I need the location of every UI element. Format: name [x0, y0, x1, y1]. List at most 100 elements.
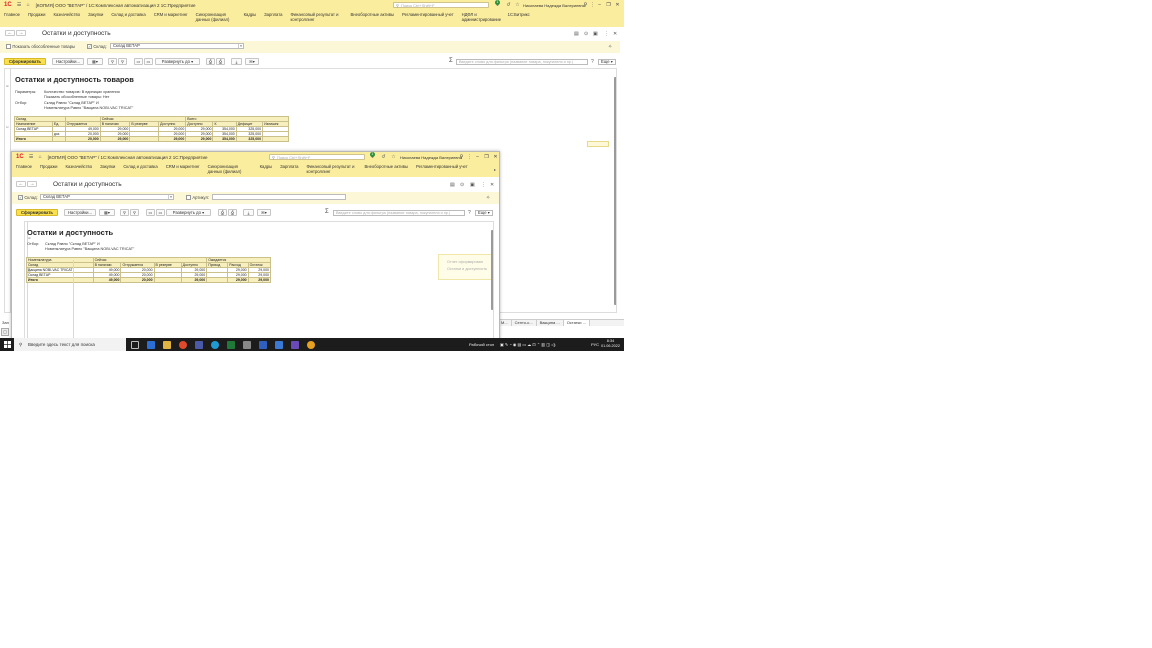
expand-to-button[interactable]: Развернуть до ▾	[166, 209, 211, 216]
help-icon[interactable]: ?	[468, 210, 471, 216]
menu-item-sync[interactable]: Синхронизация данных (филиал)	[204, 164, 256, 174]
open-window-tab[interactable]: М...	[498, 320, 512, 326]
selected-cell[interactable]	[587, 141, 609, 147]
variant-button[interactable]: ▦▾	[99, 209, 115, 216]
global-search-input[interactable]: ⚲ Поиск Ctrl+Shift+F	[393, 2, 489, 8]
group-marker-icon-2[interactable]: ⊟	[6, 125, 9, 129]
menu-item-hr[interactable]: Кадры	[256, 164, 277, 170]
menu-icon[interactable]: ☰	[28, 154, 35, 161]
language-indicator[interactable]: РУС	[591, 338, 599, 351]
form-more-icon[interactable]: ⋮	[604, 31, 609, 37]
menu-item-purchases[interactable]: Закупки	[96, 164, 119, 170]
restore-icon[interactable]: ❐	[483, 154, 490, 160]
form-close-icon[interactable]: ✕	[490, 182, 494, 188]
form-close-icon[interactable]: ✕	[613, 31, 617, 37]
app-icon-yandex[interactable]	[179, 341, 187, 349]
more-button[interactable]: Еще ▾	[475, 210, 493, 216]
menu-item-salary[interactable]: Зарплата	[260, 12, 286, 18]
pin-icon[interactable]: ✧	[608, 44, 612, 50]
sigma-icon[interactable]: Σ	[325, 209, 329, 215]
print-icon[interactable]: ▤	[450, 182, 455, 188]
restore-icon[interactable]: ❐	[605, 2, 612, 8]
settings-button[interactable]: Настройки...	[52, 58, 84, 65]
windows-start-icon[interactable]	[4, 341, 11, 348]
menu-item-hr[interactable]: Кадры	[240, 12, 261, 18]
expand-button[interactable]: ▭	[156, 209, 165, 216]
more-icon[interactable]: ⋮	[589, 2, 596, 8]
menu-item-assets[interactable]: Внеоборотные активы	[347, 12, 399, 18]
preview-button[interactable]: ⎙	[216, 58, 225, 65]
settings-button[interactable]: Настройки...	[64, 209, 96, 216]
forward-button[interactable]: →	[16, 30, 26, 36]
menu-item-sales[interactable]: Продажи	[24, 12, 50, 18]
expand-to-button[interactable]: Развернуть до ▾	[155, 58, 200, 65]
favorites-icon[interactable]: ☆	[390, 153, 397, 160]
generate-button[interactable]: Сформировать	[16, 209, 58, 216]
more-icon[interactable]: ⋮	[466, 154, 473, 160]
save-icon[interactable]: ▣	[470, 182, 475, 188]
article-checkbox[interactable]: Артикул:	[186, 195, 209, 201]
history-icon[interactable]: ↺	[380, 153, 387, 160]
menu-item-warehouse[interactable]: Склад и доставка	[107, 12, 149, 18]
find-next-button[interactable]: ⚲	[130, 209, 139, 216]
checkbox-unchecked[interactable]	[186, 195, 191, 201]
app-icon-explorer[interactable]	[163, 341, 171, 349]
article-field[interactable]	[212, 194, 346, 200]
task-view-icon[interactable]	[131, 341, 139, 349]
menu-item-warehouse[interactable]: Склад и доставка	[119, 164, 161, 170]
collapse-button[interactable]: ▭	[134, 58, 143, 65]
history-icon[interactable]: ↺	[505, 1, 512, 8]
global-search-input[interactable]: ⚲ Поиск Ctrl+Shift+F	[269, 154, 365, 160]
desktop-label[interactable]: Рабочий стол	[469, 338, 494, 351]
app-icon-word[interactable]	[259, 341, 267, 349]
send-button[interactable]: ✉▾	[257, 209, 271, 216]
find-button[interactable]: ⚲	[120, 209, 129, 216]
link-icon[interactable]: ⊙	[584, 31, 588, 37]
open-window-tab-active[interactable]: Остатки ...	[563, 320, 590, 326]
menu-item-main[interactable]: Главное	[12, 164, 36, 170]
checkmark-icon[interactable]: ✓	[18, 195, 23, 201]
home-icon[interactable]: ⌂	[37, 154, 44, 161]
group-marker-icon[interactable]: ⊞	[6, 84, 9, 88]
app-icon-excel[interactable]	[227, 341, 235, 349]
forward-button[interactable]: →	[27, 181, 37, 187]
print-button[interactable]: ⎙	[218, 209, 227, 216]
form-more-icon[interactable]: ⋮	[481, 182, 486, 188]
warehouse-field[interactable]: Склад ВЕТАР ▾	[110, 43, 244, 49]
minimize-icon[interactable]: –	[596, 2, 603, 8]
menu-item-regulated[interactable]: Регламентированный учет	[398, 12, 458, 18]
menu-item-regulated[interactable]: Регламентированный учет	[412, 164, 472, 170]
app-icon-telegram[interactable]	[275, 341, 283, 349]
taskbar-search-input[interactable]: ⚲ Введите здесь текст для поиска	[14, 338, 126, 351]
menu-item-sync[interactable]: Синхронизация данных (филиал)	[192, 12, 240, 22]
menu-scroll-icon[interactable]: ▸	[494, 167, 496, 172]
app-icon-remote[interactable]	[195, 341, 203, 349]
back-button[interactable]: ←	[5, 30, 15, 36]
back-button[interactable]: ←	[16, 181, 26, 187]
user-name[interactable]: Николаева Надежда Валериевна	[523, 3, 585, 8]
expand-button[interactable]: ▭	[144, 58, 153, 65]
app-icon-edge[interactable]	[211, 341, 219, 349]
warehouse-field[interactable]: Склад ВЕТАР ▾	[40, 194, 174, 200]
close-icon[interactable]: ✕	[614, 2, 621, 8]
warehouse-checkbox[interactable]: ✓ Склад:	[18, 195, 38, 201]
download-button[interactable]: ⤓	[243, 209, 254, 216]
menu-item-purchases[interactable]: Закупки	[84, 12, 107, 18]
close-icon[interactable]: ✕	[492, 154, 499, 160]
panel-icon[interactable]: ▢	[1, 328, 9, 336]
menu-item-crm[interactable]: CRM и маркетинг	[162, 164, 204, 170]
preview-button[interactable]: ⎙	[228, 209, 237, 216]
home-icon[interactable]: ⌂	[25, 2, 32, 9]
report-search-input[interactable]: Введите слово для фильтра (название това…	[333, 210, 465, 216]
collapse-button[interactable]: ▭	[146, 209, 155, 216]
menu-item-crm[interactable]: CRM и маркетинг	[150, 12, 192, 18]
warehouse-checkbox[interactable]: ✓ Склад:	[87, 44, 107, 50]
menu-item-ndfl[interactable]: НДФЛ и администрирование	[458, 12, 504, 22]
clock[interactable]: 8:34 01.06.2022	[601, 339, 620, 349]
download-button[interactable]: ⤓	[231, 58, 242, 65]
menu-item-salary[interactable]: Зарплата	[276, 164, 302, 170]
report-search-input[interactable]: Введите слово для фильтра (название това…	[456, 59, 588, 65]
generate-button[interactable]: Сформировать	[4, 58, 46, 65]
filter-icon[interactable]: ⚲	[458, 154, 465, 160]
favorites-icon[interactable]: ☆	[514, 1, 521, 8]
